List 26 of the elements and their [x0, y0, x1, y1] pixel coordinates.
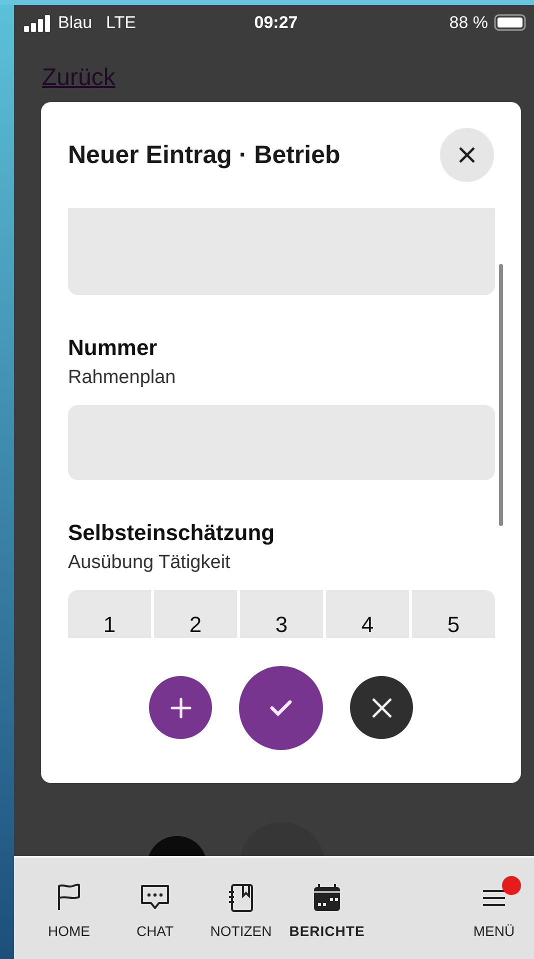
battery-icon	[494, 14, 528, 31]
field-hint: Rahmenplan	[68, 367, 177, 389]
carrier-name: Blau	[58, 12, 92, 32]
rating-option[interactable]: 5	[412, 590, 495, 638]
close-icon	[370, 696, 392, 718]
rating-option[interactable]: 2	[154, 590, 237, 638]
dialog-title: Neuer Eintrag · Betrieb	[68, 140, 340, 170]
tab-item[interactable]: NOTIZEN	[198, 858, 284, 959]
check-icon	[269, 698, 293, 718]
rating-option[interactable]: 3	[240, 590, 323, 638]
tab-item[interactable]: HOME	[26, 858, 112, 959]
clock-time: 09:27	[253, 12, 299, 32]
battery-percent: 88 %	[449, 12, 488, 32]
rating-option[interactable]: 1	[68, 590, 151, 638]
calendar-icon	[311, 882, 343, 914]
rating-option[interactable]: 4	[326, 590, 409, 638]
tab-item[interactable]: MENÜ	[454, 858, 534, 959]
signal-icon	[24, 14, 52, 32]
field-label: Nummer	[68, 335, 158, 361]
network-type: LTE	[106, 12, 136, 32]
field-label: Selbsteinschätzung	[68, 520, 276, 546]
tab-item[interactable]: BERICHTE	[284, 858, 370, 959]
field-hint: Ausübung Tätigkeit	[68, 552, 232, 574]
tab-item[interactable]: CHAT	[112, 858, 198, 959]
close-icon	[457, 145, 477, 165]
plus-icon	[170, 696, 192, 718]
